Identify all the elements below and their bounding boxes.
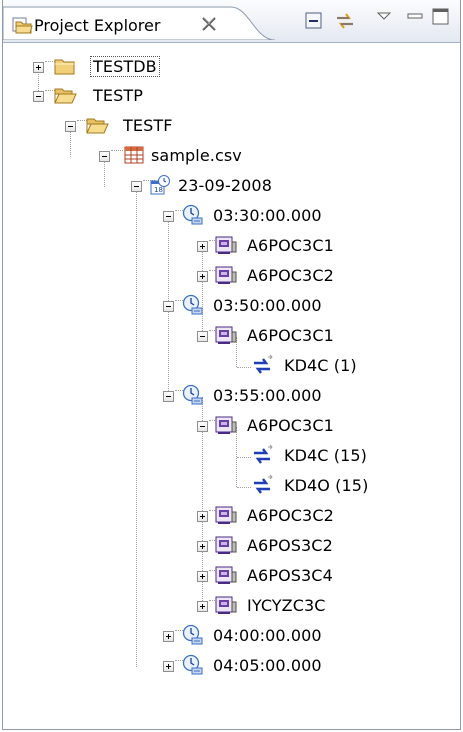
- collapse-toggle[interactable]: [33, 91, 44, 102]
- clock-icon: [180, 384, 204, 406]
- collapse-toggle[interactable]: [163, 211, 174, 222]
- node-label: KD4C (15): [284, 446, 367, 465]
- collapse-toggle[interactable]: [131, 181, 142, 192]
- node-label: KD4O (15): [284, 476, 369, 495]
- tree-guide-line: [237, 457, 251, 458]
- node-label: A6POC3C1: [247, 416, 334, 435]
- node-label: 03:30:00.000: [213, 206, 322, 225]
- tree-guide-line: [237, 367, 251, 368]
- device-icon: [214, 534, 238, 556]
- link-transfer-icon: [251, 444, 275, 466]
- node-label: A6POS3C2: [247, 536, 333, 555]
- close-icon[interactable]: [200, 15, 218, 33]
- folder-open-icon: [85, 114, 109, 136]
- table-file-icon: [124, 146, 144, 164]
- node-label: IYCYZC3C: [247, 596, 326, 615]
- collapse-toggle[interactable]: [163, 301, 174, 312]
- node-label: TESTDB: [90, 56, 160, 77]
- node-label: A6POC3C1: [247, 236, 334, 255]
- expand-toggle[interactable]: [33, 62, 44, 73]
- node-label: sample.csv: [151, 146, 242, 165]
- device-icon: [214, 414, 238, 436]
- node-label: A6POS3C4: [247, 566, 333, 585]
- expand-toggle[interactable]: [197, 601, 208, 612]
- expand-toggle[interactable]: [163, 661, 174, 672]
- clock-icon: [180, 204, 204, 226]
- expand-toggle[interactable]: [197, 511, 208, 522]
- node-label: A6POC3C1: [247, 326, 334, 345]
- clock-icon: [180, 624, 204, 646]
- expand-toggle[interactable]: [163, 631, 174, 642]
- folder-open-icon: [53, 84, 77, 106]
- svg-text:18: 18: [154, 186, 163, 194]
- expand-toggle[interactable]: [197, 271, 208, 282]
- tree-guide-line: [237, 487, 251, 488]
- tree-guide-line: [236, 427, 237, 487]
- collapse-toggle[interactable]: [65, 121, 76, 132]
- expand-toggle[interactable]: [197, 541, 208, 552]
- device-icon: [214, 264, 238, 286]
- device-icon: [214, 504, 238, 526]
- collapse-toggle[interactable]: [197, 331, 208, 342]
- folder-icon: [53, 55, 77, 77]
- device-icon: [214, 564, 238, 586]
- view-title-bar: Project Explorer: [3, 0, 460, 43]
- node-label: 03:50:00.000: [213, 296, 322, 315]
- node-label: 04:05:00.000: [213, 656, 322, 675]
- node-label: 23-09-2008: [178, 176, 272, 195]
- node-label: TESTF: [123, 116, 173, 135]
- collapse-all-icon[interactable]: [303, 10, 325, 32]
- device-icon: [214, 324, 238, 346]
- collapse-toggle[interactable]: [99, 151, 110, 162]
- link-transfer-icon: [251, 474, 275, 496]
- node-label: A6POC3C2: [247, 266, 334, 285]
- tab-project-explorer[interactable]: Project Explorer: [3, 6, 275, 40]
- node-label: TESTP: [93, 86, 143, 105]
- tree-guide-line: [202, 247, 203, 337]
- node-label: 03:55:00.000: [213, 386, 322, 405]
- device-icon: [214, 594, 238, 616]
- expand-toggle[interactable]: [197, 241, 208, 252]
- calendar-clock-icon: 18: [150, 175, 170, 195]
- minimize-icon[interactable]: [405, 6, 427, 28]
- collapse-toggle[interactable]: [163, 391, 174, 402]
- project-tree: TESTDB TESTP TESTF sample.csv 18 23-09-2…: [3, 42, 460, 730]
- node-label: 04:00:00.000: [213, 626, 322, 645]
- link-transfer-icon: [251, 354, 275, 376]
- link-with-editor-icon[interactable]: [334, 10, 356, 32]
- expand-toggle[interactable]: [197, 571, 208, 582]
- device-icon: [214, 234, 238, 256]
- maximize-icon[interactable]: [430, 6, 452, 28]
- clock-icon: [180, 294, 204, 316]
- tree-guide-line: [136, 187, 137, 667]
- clock-icon: [180, 654, 204, 676]
- collapse-toggle[interactable]: [197, 421, 208, 432]
- node-label: A6POC3C2: [247, 506, 334, 525]
- node-label: KD4C (1): [284, 356, 357, 375]
- project-explorer-view: Project Explorer TESTDB TESTP TESTF samp…: [2, 0, 461, 730]
- view-menu-icon[interactable]: [374, 6, 396, 28]
- project-explorer-icon: [12, 17, 33, 34]
- view-title: Project Explorer: [34, 16, 161, 35]
